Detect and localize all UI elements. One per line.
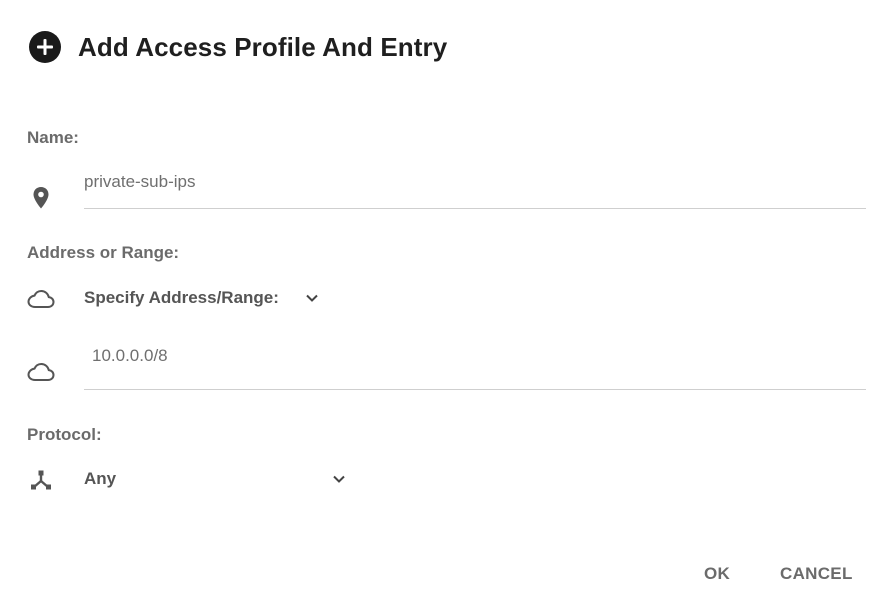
- cloud-icon: [27, 358, 55, 386]
- cancel-button[interactable]: CANCEL: [774, 560, 859, 588]
- protocol-value: Any: [84, 469, 117, 488]
- protocol-select[interactable]: Any: [84, 469, 346, 489]
- address-range-label: Address or Range:: [27, 243, 180, 262]
- ok-button[interactable]: OK: [698, 560, 736, 588]
- name-label: Name:: [27, 128, 79, 147]
- name-input[interactable]: [84, 172, 866, 192]
- chevron-down-icon: [332, 474, 346, 484]
- dialog-header: Add Access Profile And Entry: [28, 30, 447, 64]
- hub-icon: [27, 466, 55, 494]
- add-access-profile-dialog: Add Access Profile And Entry Name: Addre…: [0, 0, 892, 605]
- address-mode-select[interactable]: Specify Address/Range:: [84, 288, 319, 308]
- cloud-icon: [27, 285, 55, 313]
- address-range-input[interactable]: [84, 346, 874, 366]
- add-circle-icon: [28, 30, 62, 64]
- chevron-down-icon: [305, 293, 319, 303]
- address-range-field-wrapper: [84, 346, 874, 390]
- address-mode-value: Specify Address/Range:: [84, 288, 279, 307]
- protocol-label: Protocol:: [27, 425, 102, 444]
- name-field-wrapper: [84, 172, 866, 209]
- dialog-title: Add Access Profile And Entry: [78, 31, 448, 62]
- location-pin-icon: [27, 184, 55, 212]
